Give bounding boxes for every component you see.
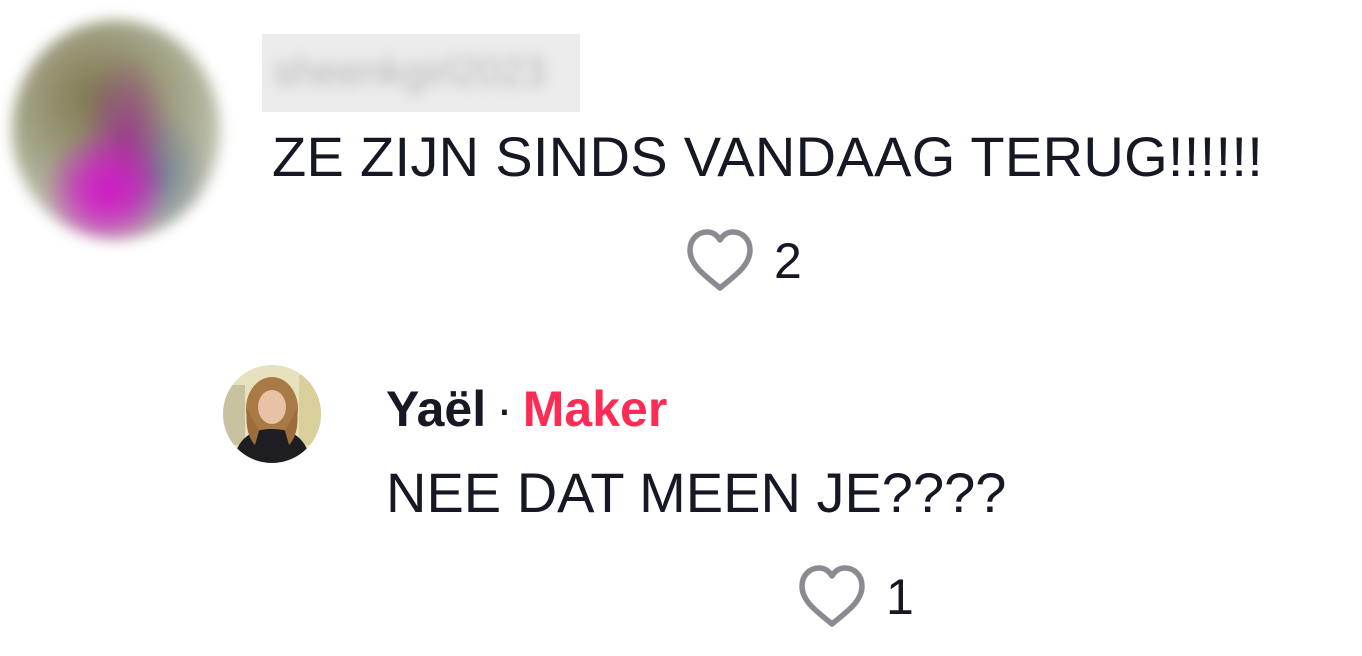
- heart-icon: [799, 565, 865, 627]
- like-button[interactable]: 2: [684, 226, 802, 296]
- reply-like-count: 1: [886, 569, 914, 625]
- comment-text: ZE ZIJN SINDS VANDAAG TERUG!!!!!!: [272, 125, 1264, 188]
- reply-author[interactable]: Yaël: [386, 381, 486, 437]
- heart-icon: [687, 229, 753, 291]
- creator-badge: Maker: [522, 381, 668, 437]
- reply-avatar[interactable]: [223, 365, 321, 463]
- avatar[interactable]: [12, 20, 220, 240]
- avatar-image: [223, 365, 321, 463]
- username-redacted[interactable]: sheenkgirl2023: [262, 34, 580, 112]
- reply-text: NEE DAT MEEN JE????: [386, 461, 1007, 524]
- reply-author-line: Yaël · Maker: [386, 378, 667, 440]
- like-count: 2: [774, 233, 802, 289]
- comment-thread: sheenkgirl2023 ZE ZIJN SINDS VANDAAG TER…: [0, 0, 1362, 656]
- separator: ·: [496, 381, 513, 437]
- reply-like-button[interactable]: 1: [796, 562, 914, 632]
- username: sheenkgirl2023: [274, 50, 546, 94]
